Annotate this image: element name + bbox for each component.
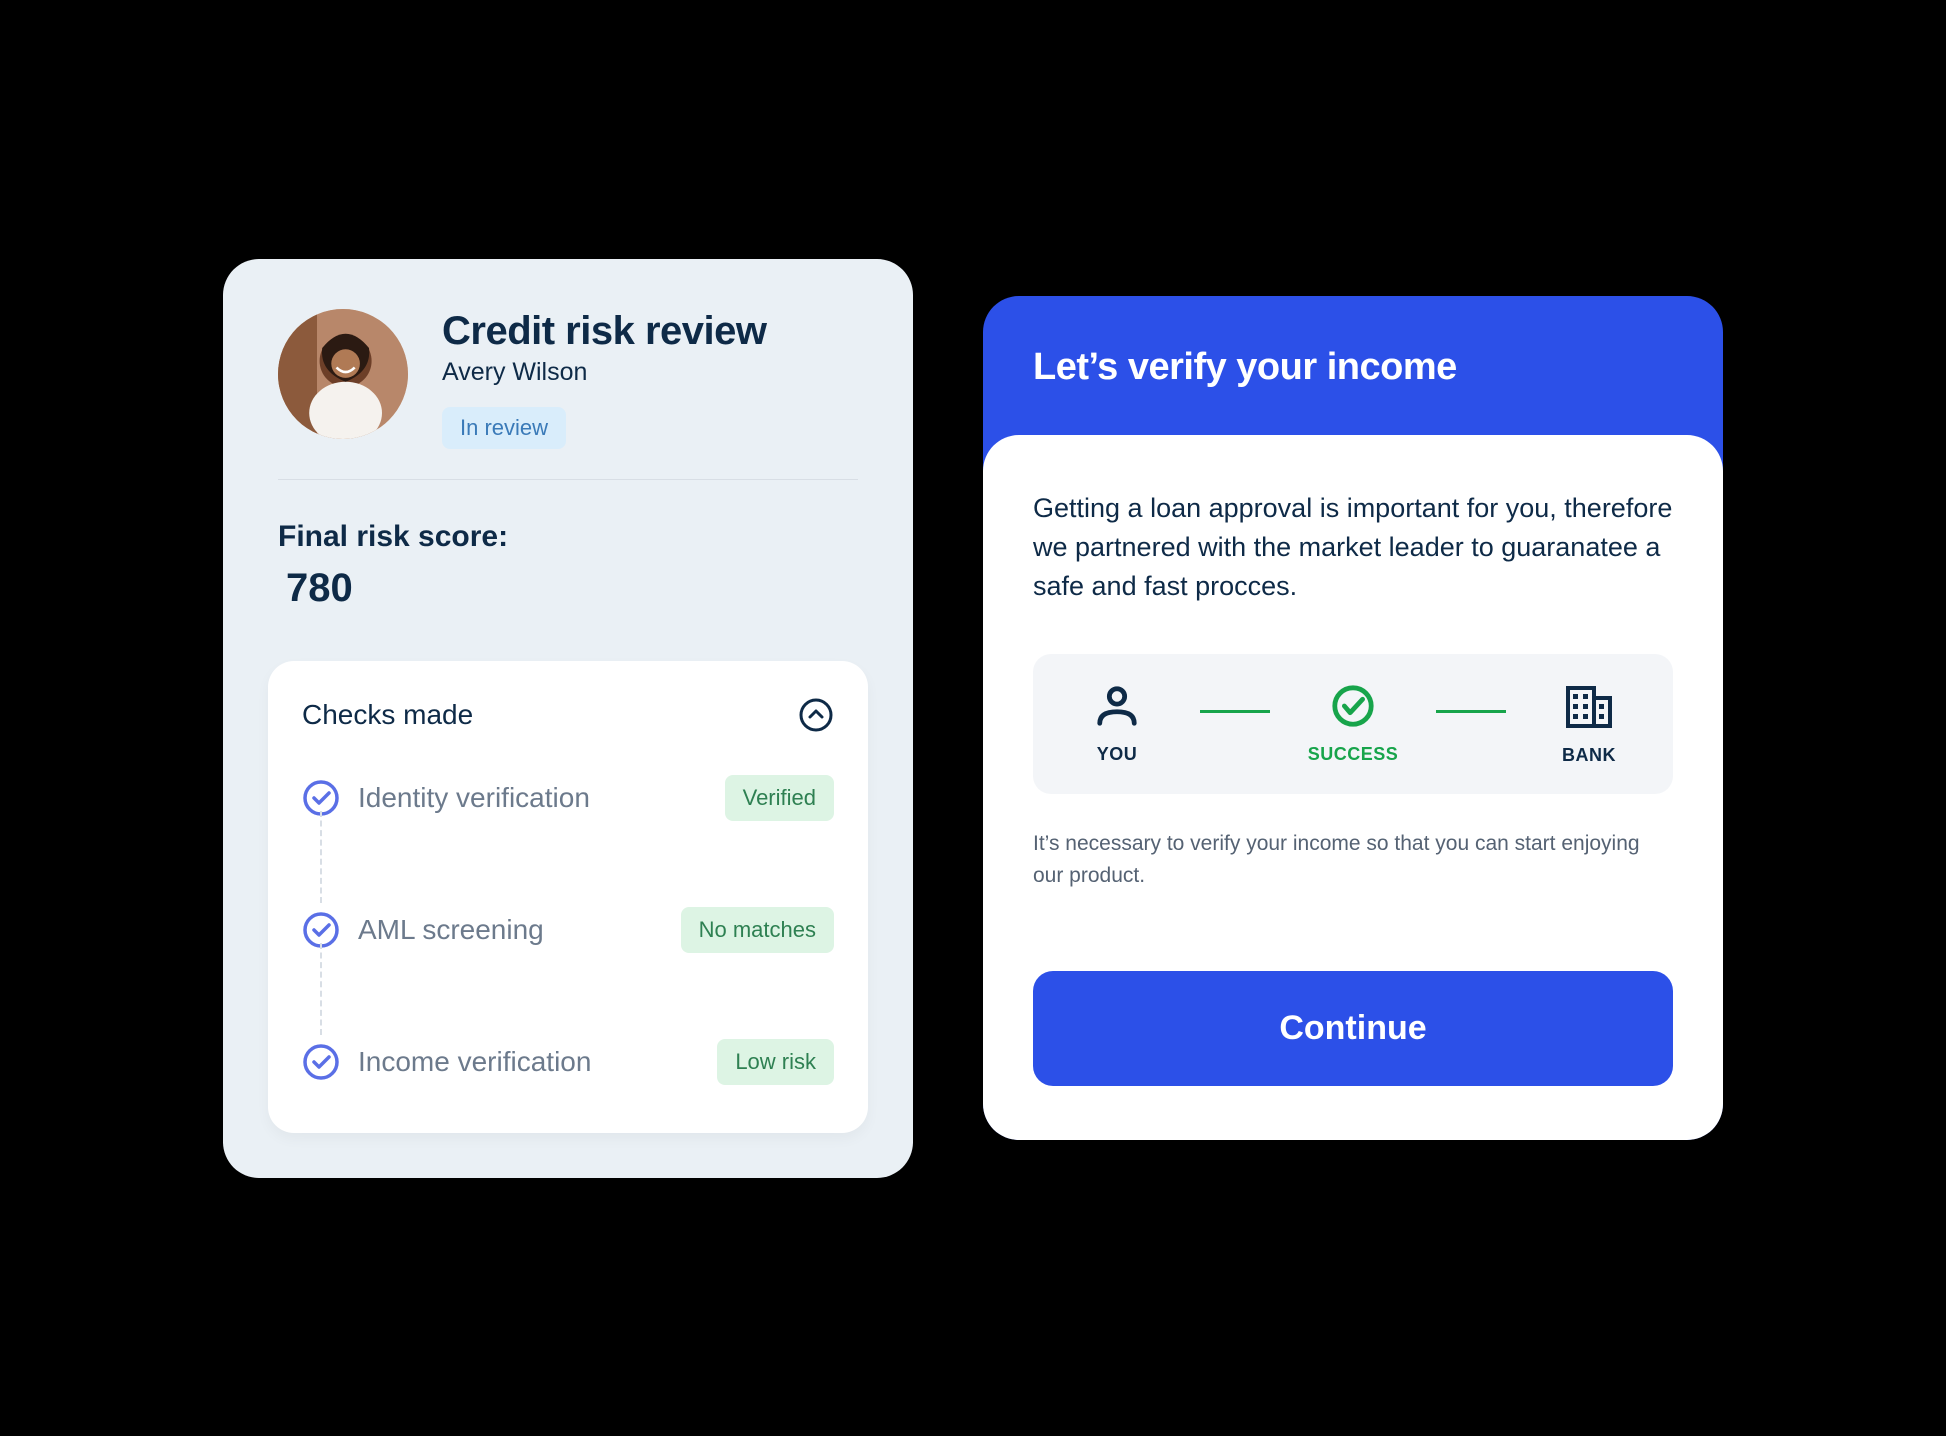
divider [278, 479, 858, 480]
checks-heading: Checks made [302, 699, 473, 731]
verify-income-card: Let’s verify your income Getting a loan … [983, 296, 1723, 1140]
check-item-aml: AML screening No matches [302, 899, 834, 961]
review-header: Credit risk review Avery Wilson In revie… [268, 309, 868, 449]
checks-header: Checks made [302, 697, 834, 733]
progress-step-label: YOU [1097, 744, 1138, 765]
verify-intro: Getting a loan approval is important for… [1033, 489, 1673, 606]
credit-risk-review-card: Credit risk review Avery Wilson In revie… [223, 259, 913, 1178]
verify-note: It’s necessary to verify your income so … [1033, 828, 1673, 891]
verify-progress: YOU SUCCESS [1033, 654, 1673, 794]
check-label: Income verification [358, 1046, 699, 1078]
verify-body: Getting a loan approval is important for… [983, 435, 1723, 1140]
score-label: Final risk score: [278, 520, 858, 554]
continue-button[interactable]: Continue [1033, 971, 1673, 1086]
progress-step-you: YOU [1069, 683, 1165, 765]
check-circle-icon [302, 1043, 340, 1081]
collapse-icon[interactable] [798, 697, 834, 733]
avatar [278, 309, 408, 439]
score-value: 780 [278, 566, 858, 611]
progress-step-label: SUCCESS [1308, 744, 1399, 765]
check-badge: Verified [725, 775, 834, 821]
progress-step-label: BANK [1562, 745, 1616, 766]
success-check-icon [1330, 683, 1376, 734]
check-connector [320, 811, 322, 903]
check-connector [320, 943, 322, 1035]
review-header-text: Credit risk review Avery Wilson In revie… [442, 309, 767, 449]
check-badge: Low risk [717, 1039, 834, 1085]
progress-line [1200, 710, 1270, 713]
status-badge: In review [442, 407, 566, 449]
check-label: Identity verification [358, 782, 707, 814]
check-item-identity: Identity verification Verified [302, 767, 834, 829]
check-label: AML screening [358, 914, 663, 946]
checks-panel: Checks made Identity verification Verifi… [268, 661, 868, 1133]
score-block: Final risk score: 780 [268, 520, 868, 611]
review-title: Credit risk review [442, 309, 767, 354]
reviewer-name: Avery Wilson [442, 358, 767, 387]
check-item-income: Income verification Low risk [302, 1031, 834, 1093]
person-icon [1094, 683, 1140, 734]
verify-title: Let’s verify your income [983, 346, 1723, 435]
progress-step-bank: BANK [1541, 682, 1637, 766]
checks-list: Identity verification Verified AML scree… [302, 767, 834, 1093]
progress-line [1436, 710, 1506, 713]
progress-step-success: SUCCESS [1305, 683, 1401, 765]
check-badge: No matches [681, 907, 834, 953]
bank-building-icon [1563, 682, 1615, 735]
